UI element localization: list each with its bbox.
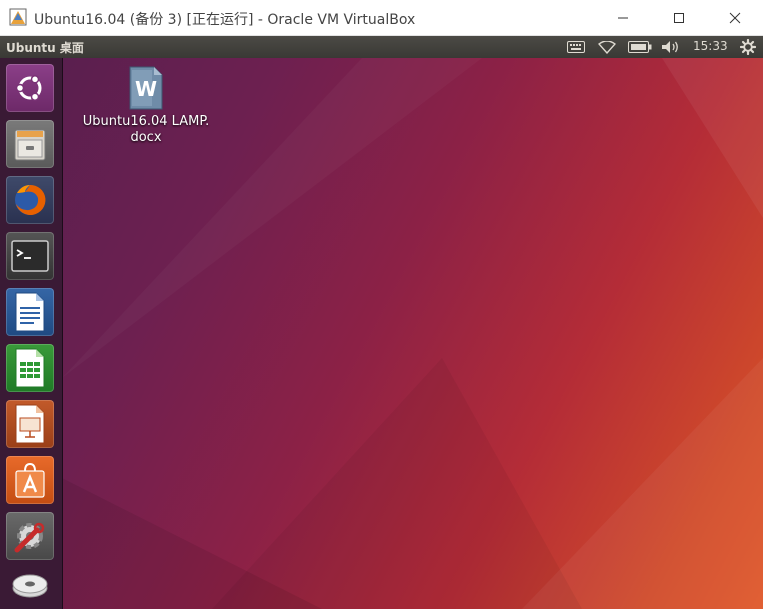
- session-menu[interactable]: [738, 38, 758, 56]
- launcher-item-impress[interactable]: [6, 400, 54, 448]
- wifi-icon: [598, 40, 616, 54]
- svg-text:W: W: [135, 77, 157, 101]
- impress-icon: [15, 404, 45, 444]
- desktop-file-icon[interactable]: W Ubuntu16.04 LAMP. docx: [80, 66, 212, 146]
- maximize-button[interactable]: [656, 0, 702, 35]
- launcher-item-firefox[interactable]: [6, 176, 54, 224]
- firefox-icon: [15, 184, 46, 215]
- virtualbox-icon: [9, 8, 27, 26]
- ubuntu-logo-icon: [15, 75, 42, 101]
- keyboard-icon: [567, 41, 585, 53]
- desktop-file-label-line1: Ubuntu16.04 LAMP.: [82, 114, 210, 129]
- launcher-item-files[interactable]: [6, 120, 54, 168]
- writer-icon: [15, 292, 45, 332]
- network-indicator[interactable]: [596, 38, 618, 56]
- gear-icon: [740, 39, 756, 55]
- window-title: Ubuntu16.04 (备份 3) [正在运行] - Oracle VM Vi…: [34, 12, 416, 28]
- maximize-icon: [674, 12, 684, 23]
- panel-title: Ubuntu 桌面: [6, 41, 84, 55]
- terminal-icon: [11, 240, 49, 272]
- minimize-button[interactable]: [600, 0, 646, 35]
- launcher-item-calc[interactable]: [6, 344, 54, 392]
- calc-icon: [15, 348, 45, 388]
- desktop-file-label: Ubuntu16.04 LAMP. docx: [80, 114, 212, 146]
- unity-launcher: [0, 58, 63, 609]
- ubuntu-top-panel: Ubuntu 桌面 15:33: [0, 36, 763, 58]
- close-button[interactable]: [712, 0, 758, 35]
- file-cabinet-icon: [14, 129, 46, 161]
- panel-clock[interactable]: 15:33: [693, 39, 728, 53]
- launcher-item-terminal[interactable]: [6, 232, 54, 280]
- disc-icon: [12, 574, 48, 598]
- battery-icon: [628, 41, 652, 53]
- window-titlebar: Ubuntu16.04 (备份 3) [正在运行] - Oracle VM Vi…: [0, 0, 763, 36]
- word-document-icon: W: [129, 66, 163, 110]
- volume-indicator[interactable]: [660, 38, 682, 56]
- launcher-item-software-center[interactable]: [6, 456, 54, 504]
- launcher-item-writer[interactable]: [6, 288, 54, 336]
- battery-indicator[interactable]: [626, 38, 654, 56]
- launcher-item-dash[interactable]: [6, 64, 54, 112]
- desktop[interactable]: W Ubuntu16.04 LAMP. docx: [62, 58, 763, 609]
- minimize-icon: [618, 17, 628, 18]
- keyboard-indicator[interactable]: [566, 38, 586, 56]
- volume-icon: [662, 41, 678, 53]
- launcher-item-system-settings[interactable]: [6, 512, 54, 560]
- close-icon: [729, 12, 741, 23]
- desktop-file-label-line2: docx: [130, 130, 162, 145]
- settings-wrench-icon: [14, 522, 45, 553]
- launcher-item-disk[interactable]: [6, 558, 54, 606]
- shopping-bag-icon: [15, 462, 45, 498]
